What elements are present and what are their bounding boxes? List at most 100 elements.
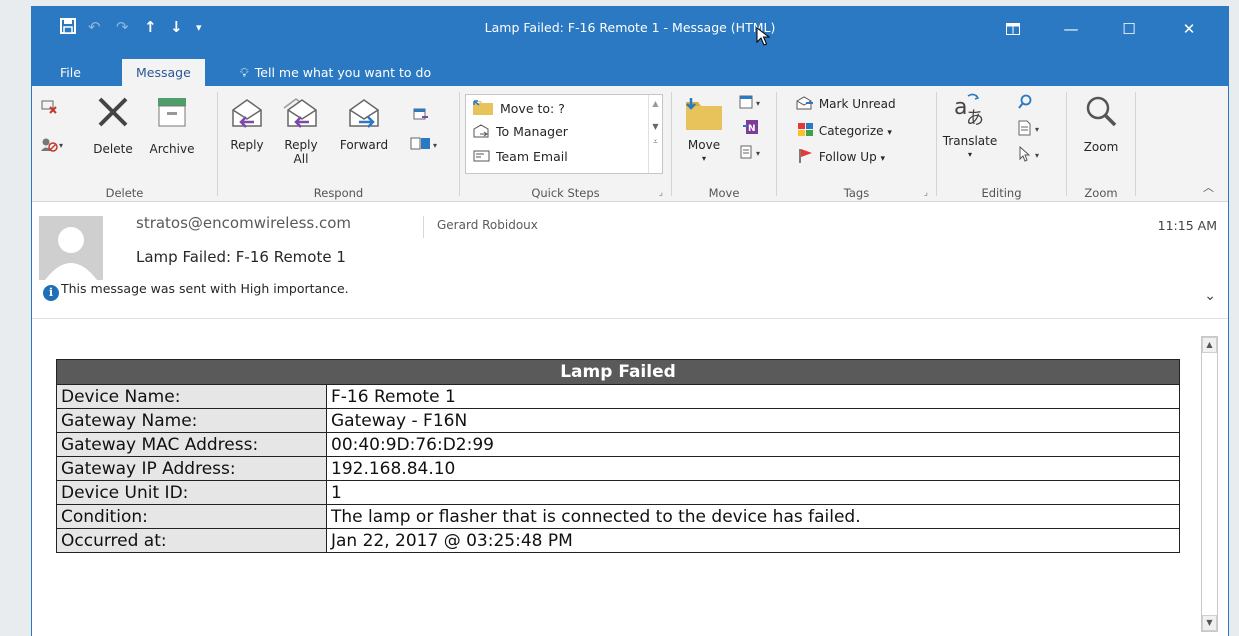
archive-button[interactable]: Archive [144, 94, 200, 156]
reply-label: Reply [230, 138, 264, 152]
meeting-icon[interactable] [413, 108, 429, 125]
categorize-button[interactable]: Categorize ▾ [797, 122, 892, 138]
reply-all-label-2: All [293, 152, 309, 166]
follow-up-dropdown-icon: ▾ [880, 154, 886, 164]
svg-text:▾: ▾ [59, 141, 63, 150]
move-group-label: Move [708, 186, 740, 200]
respond-group-label: Respond [313, 186, 364, 200]
delete-button[interactable]: Delete [88, 94, 138, 156]
translate-button[interactable]: aあ Translate ▾ [941, 92, 999, 162]
categorize-icon [798, 123, 813, 136]
reply-all-button[interactable]: Reply All [278, 96, 324, 166]
body-scrollbar[interactable]: ▲ ▼ [1201, 336, 1218, 632]
move-label: Move [687, 138, 721, 152]
categorize-label: Categorize [818, 124, 884, 138]
row-value: 00:40:9D:76:D2:99 [326, 432, 1180, 457]
ribbon-tabs: File Message 💡︎ Tell me what you want to … [32, 53, 1228, 86]
svg-text:あ: あ [966, 108, 984, 128]
tab-file[interactable]: File [46, 59, 95, 86]
move-dropdown-icon: ▾ [701, 154, 706, 163]
onenote-icon[interactable]: N [742, 118, 760, 139]
table-row: Device Unit ID: 1 [56, 480, 1180, 505]
tell-me-search[interactable]: 💡︎ Tell me what you want to do [240, 59, 431, 86]
row-key: Device Name: [56, 384, 327, 409]
row-key: Gateway Name: [56, 408, 327, 433]
reply-all-icon [283, 98, 317, 128]
related-icon[interactable]: ▾ [1017, 120, 1045, 139]
zoom-icon [1086, 96, 1117, 127]
rules-icon[interactable]: ▾ [738, 94, 766, 113]
reply-icon [232, 99, 262, 128]
table-row: Condition: The lamp or flasher that is co… [56, 504, 1180, 529]
select-icon[interactable]: ▾ [1017, 145, 1045, 165]
more-respond-icon[interactable]: ▾ [410, 136, 440, 155]
zoom-button[interactable]: Zoom [1073, 94, 1129, 154]
zoom-group-label: Zoom [1084, 186, 1118, 200]
mark-unread-button[interactable]: Mark Unread [795, 96, 896, 111]
actions-icon[interactable]: ▾ [738, 144, 766, 163]
message-subject: Lamp Failed: F-16 Remote 1 [136, 248, 346, 266]
quick-steps-group: ⌟ Quick Steps [460, 86, 671, 202]
row-value: F-16 Remote 1 [326, 384, 1180, 409]
svg-text:▾: ▾ [1035, 151, 1039, 160]
collapse-ribbon-icon[interactable]: ︿ [1203, 179, 1214, 195]
table-header-row: Lamp Failed [56, 359, 1180, 385]
table-row: Gateway MAC Address: 00:40:9D:76:D2:99 [56, 432, 1180, 457]
forward-label: Forward [339, 138, 389, 152]
row-value: 192.168.84.10 [326, 456, 1180, 481]
table-row: Gateway IP Address: 192.168.84.10 [56, 456, 1180, 481]
scroll-down-button[interactable]: ▼ [1202, 615, 1217, 631]
row-value: Gateway - F16N [326, 408, 1180, 433]
categorize-dropdown-icon: ▾ [887, 128, 892, 138]
row-key: Condition: [56, 504, 327, 529]
zoom-group: Zoom Zoom [1067, 86, 1135, 202]
sender-avatar [39, 216, 103, 280]
mouse-cursor-icon [756, 27, 772, 51]
row-value: The lamp or flasher that is connected to… [326, 504, 1180, 529]
recipient-name[interactable]: Gerard Robidoux [437, 218, 538, 232]
ribbon-display-options-icon[interactable] [990, 14, 1036, 44]
quick-steps-group-label: Quick Steps [531, 186, 600, 200]
scroll-up-button[interactable]: ▲ [1202, 337, 1217, 353]
forward-icon [349, 99, 379, 128]
follow-up-button[interactable]: Follow Up ▾ [797, 148, 885, 164]
reply-button[interactable]: Reply [224, 96, 270, 152]
translate-icon: aあ [954, 93, 984, 128]
row-key: Occurred at: [56, 528, 327, 553]
header-divider [423, 216, 424, 238]
ignore-icon[interactable] [40, 98, 58, 117]
zoom-label: Zoom [1083, 140, 1119, 154]
delete-icon [98, 97, 128, 127]
move-button[interactable]: Move ▾ [678, 96, 730, 166]
forward-button[interactable]: Forward [336, 96, 392, 152]
minimize-button[interactable]: — [1048, 14, 1094, 44]
title-bar: ↶ ↷ ↑ ↓ ▾ Lamp Failed: F-16 Remote 1 - M… [32, 6, 1228, 53]
lamp-failed-table: Lamp Failed Device Name: F-16 Remote 1 Ga… [56, 359, 1180, 553]
maximize-button[interactable]: ☐ [1106, 14, 1152, 44]
table-title: Lamp Failed [56, 359, 1180, 385]
archive-label: Archive [149, 142, 195, 156]
mark-unread-icon [796, 96, 813, 110]
info-icon: i [43, 285, 59, 301]
delete-group-label: Delete [105, 186, 144, 200]
svg-text:▾: ▾ [433, 141, 437, 150]
header-divider-line [32, 318, 1228, 319]
sender-address[interactable]: stratos@encomwireless.com [136, 214, 351, 232]
svg-text:▾: ▾ [756, 149, 760, 158]
importance-text: This message was sent with High importan… [61, 281, 349, 296]
row-value: Jan 22, 2017 @ 03:25:48 PM [326, 528, 1180, 553]
tags-group-label: Tags [843, 186, 870, 200]
expand-header-icon[interactable]: ⌄ [1204, 288, 1216, 304]
ribbon-separator [1135, 92, 1136, 196]
svg-text:▾: ▾ [1035, 125, 1039, 134]
tab-message[interactable]: Message [122, 59, 205, 86]
follow-up-label: Follow Up [818, 150, 877, 164]
editing-group: aあ Translate ▾ ▾ ▾ Editing [937, 86, 1066, 202]
junk-icon[interactable]: ▾ [40, 136, 64, 155]
find-icon[interactable] [1017, 94, 1033, 113]
svg-text:▾: ▾ [756, 99, 760, 108]
editing-group-label: Editing [981, 186, 1022, 200]
close-button[interactable]: ✕ [1166, 14, 1212, 44]
delete-group: ▾ Delete Archive Delete [32, 86, 217, 202]
received-time: 11:15 AM [1157, 218, 1217, 233]
